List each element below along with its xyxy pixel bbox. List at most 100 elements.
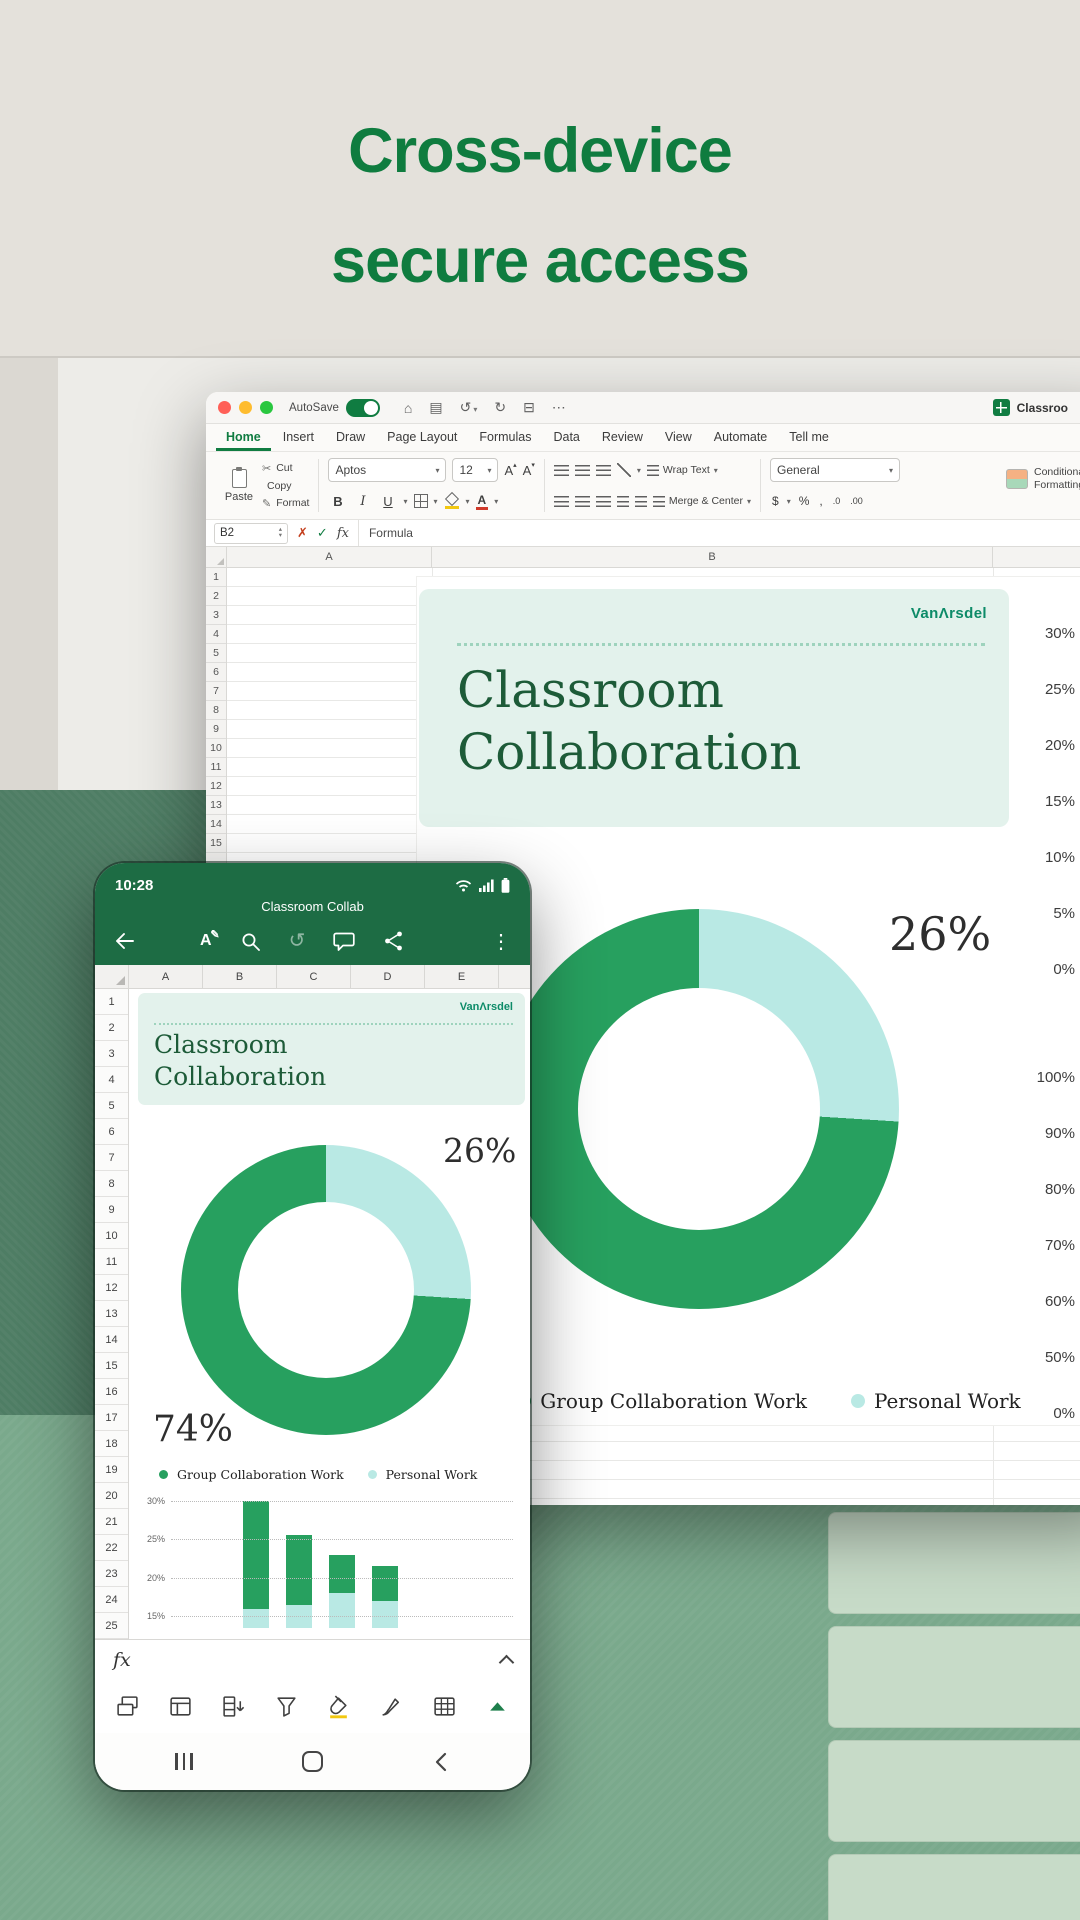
conditional-formatting-button[interactable]: Conditional Formatting — [1006, 466, 1080, 492]
filter-icon[interactable] — [274, 1694, 299, 1719]
row-header-10[interactable]: 10 — [95, 1223, 128, 1249]
insert-function-icon[interactable]: fx — [337, 526, 349, 541]
row-header-14[interactable]: 14 — [206, 815, 226, 834]
row-header-24[interactable]: 24 — [95, 1587, 128, 1613]
legend-item[interactable]: Group Collaboration Work — [517, 1389, 807, 1413]
tab-insert[interactable]: Insert — [273, 425, 324, 451]
print-button[interactable]: ⊟ — [523, 399, 535, 416]
save-icon[interactable]: ▤ — [429, 399, 442, 416]
autosave-toggle[interactable] — [346, 399, 380, 417]
row-header-5[interactable]: 5 — [206, 644, 226, 663]
mobile-bar-chart[interactable]: 30%25%20%15% — [135, 1493, 525, 1633]
tab-home[interactable]: Home — [216, 425, 271, 451]
underline-caret[interactable]: ▾ — [403, 497, 407, 506]
confirm-entry-icon[interactable]: ✓ — [317, 525, 328, 541]
tab-page-layout[interactable]: Page Layout — [377, 425, 467, 451]
tab-view[interactable]: View — [655, 425, 702, 451]
row-header-2[interactable]: 2 — [206, 587, 226, 606]
sheet-view-icon[interactable] — [168, 1694, 193, 1719]
font-color-caret[interactable]: ▾ — [494, 497, 498, 506]
recents-button[interactable] — [175, 1753, 193, 1770]
select-all-corner[interactable] — [206, 547, 227, 567]
zoom-button[interactable] — [260, 401, 273, 414]
row-header-14[interactable]: 14 — [95, 1327, 128, 1353]
comment-icon[interactable] — [333, 931, 355, 952]
align-bottom-button[interactable] — [596, 465, 611, 476]
row-header-6[interactable]: 6 — [206, 663, 226, 682]
row-header-17[interactable]: 17 — [95, 1405, 128, 1431]
desktop-donut[interactable] — [499, 909, 899, 1309]
borders-caret[interactable]: ▾ — [434, 497, 438, 506]
more-commands-button[interactable]: ⋯ — [552, 399, 566, 416]
wrap-text-button[interactable]: Wrap Text ▾ — [647, 464, 718, 476]
row-header-9[interactable]: 9 — [95, 1197, 128, 1223]
format-painter-button[interactable]: ✎Format — [262, 495, 309, 511]
row-header-6[interactable]: 6 — [95, 1119, 128, 1145]
row-header-16[interactable]: 16 — [95, 1379, 128, 1405]
name-box-stepper[interactable]: ▴▾ — [279, 527, 282, 539]
fill-color-caret[interactable]: ▾ — [466, 497, 470, 506]
row-header-11[interactable]: 11 — [206, 758, 226, 777]
name-box[interactable]: B2 ▴▾ — [214, 523, 288, 544]
italic-button[interactable]: I — [353, 490, 372, 512]
fill-color-button[interactable] — [444, 493, 460, 509]
row-header-9[interactable]: 9 — [206, 720, 226, 739]
mobile-formula-bar[interactable]: fx — [95, 1639, 530, 1679]
tab-draw[interactable]: Draw — [326, 425, 375, 451]
increase-indent-button[interactable] — [635, 496, 647, 507]
cut-button[interactable]: ✂Cut — [262, 460, 309, 476]
copy-button[interactable]: Copy — [262, 478, 309, 494]
row-header-15[interactable]: 15 — [206, 834, 226, 853]
orientation-caret[interactable]: ▾ — [637, 466, 641, 475]
fill-color-icon[interactable] — [326, 1694, 351, 1719]
formula-input[interactable]: Formula — [358, 520, 413, 546]
row-header-7[interactable]: 7 — [206, 682, 226, 701]
orientation-button[interactable] — [617, 463, 631, 477]
row-header-4[interactable]: 4 — [206, 625, 226, 644]
align-top-button[interactable] — [554, 465, 569, 476]
legend-item[interactable]: Personal Work — [368, 1467, 478, 1482]
row-header-11[interactable]: 11 — [95, 1249, 128, 1275]
row-header-12[interactable]: 12 — [206, 777, 226, 796]
row-header-12[interactable]: 12 — [95, 1275, 128, 1301]
align-left-button[interactable] — [554, 496, 569, 507]
row-header-2[interactable]: 2 — [95, 1015, 128, 1041]
home-button[interactable] — [302, 1751, 323, 1772]
row-header-25[interactable]: 25 — [95, 1613, 128, 1639]
minimize-button[interactable] — [239, 401, 252, 414]
column-header-a[interactable]: A — [129, 965, 203, 988]
search-icon[interactable] — [240, 931, 261, 952]
number-format-select[interactable]: General▾ — [770, 458, 900, 482]
decrease-decimal-button[interactable]: .00 — [848, 496, 865, 506]
borders-button[interactable] — [414, 494, 428, 508]
align-center-button[interactable] — [575, 496, 590, 507]
back-icon[interactable] — [113, 930, 136, 952]
tab-tell-me[interactable]: Tell me — [779, 425, 839, 451]
column-header-e[interactable]: E — [425, 965, 499, 988]
row-header-5[interactable]: 5 — [95, 1093, 128, 1119]
mobile-select-all-corner[interactable] — [95, 965, 129, 988]
tab-data[interactable]: Data — [543, 425, 589, 451]
legend-item[interactable]: Group Collaboration Work — [159, 1467, 344, 1482]
row-header-7[interactable]: 7 — [95, 1145, 128, 1171]
table-icon[interactable] — [432, 1694, 457, 1719]
column-header-a[interactable]: A — [227, 547, 432, 567]
legend-item[interactable]: Personal Work — [851, 1389, 1021, 1413]
expand-ribbon-icon[interactable] — [485, 1694, 510, 1719]
insert-cells-icon[interactable] — [221, 1694, 246, 1719]
bold-button[interactable]: B — [328, 490, 347, 512]
decrease-indent-button[interactable] — [617, 496, 629, 507]
column-header-b[interactable]: B — [432, 547, 993, 567]
increase-decimal-button[interactable]: .0 — [831, 496, 843, 506]
row-header-1[interactable]: 1 — [206, 568, 226, 587]
comma-style-button[interactable]: , — [817, 494, 824, 508]
row-header-1[interactable]: 1 — [95, 989, 128, 1015]
row-header-8[interactable]: 8 — [95, 1171, 128, 1197]
cancel-entry-icon[interactable]: ✗ — [297, 525, 308, 541]
row-header-23[interactable]: 23 — [95, 1561, 128, 1587]
row-header-3[interactable]: 3 — [206, 606, 226, 625]
row-header-3[interactable]: 3 — [95, 1041, 128, 1067]
row-header-8[interactable]: 8 — [206, 701, 226, 720]
row-header-19[interactable]: 19 — [95, 1457, 128, 1483]
shrink-font-button[interactable]: A▾ — [523, 463, 535, 478]
